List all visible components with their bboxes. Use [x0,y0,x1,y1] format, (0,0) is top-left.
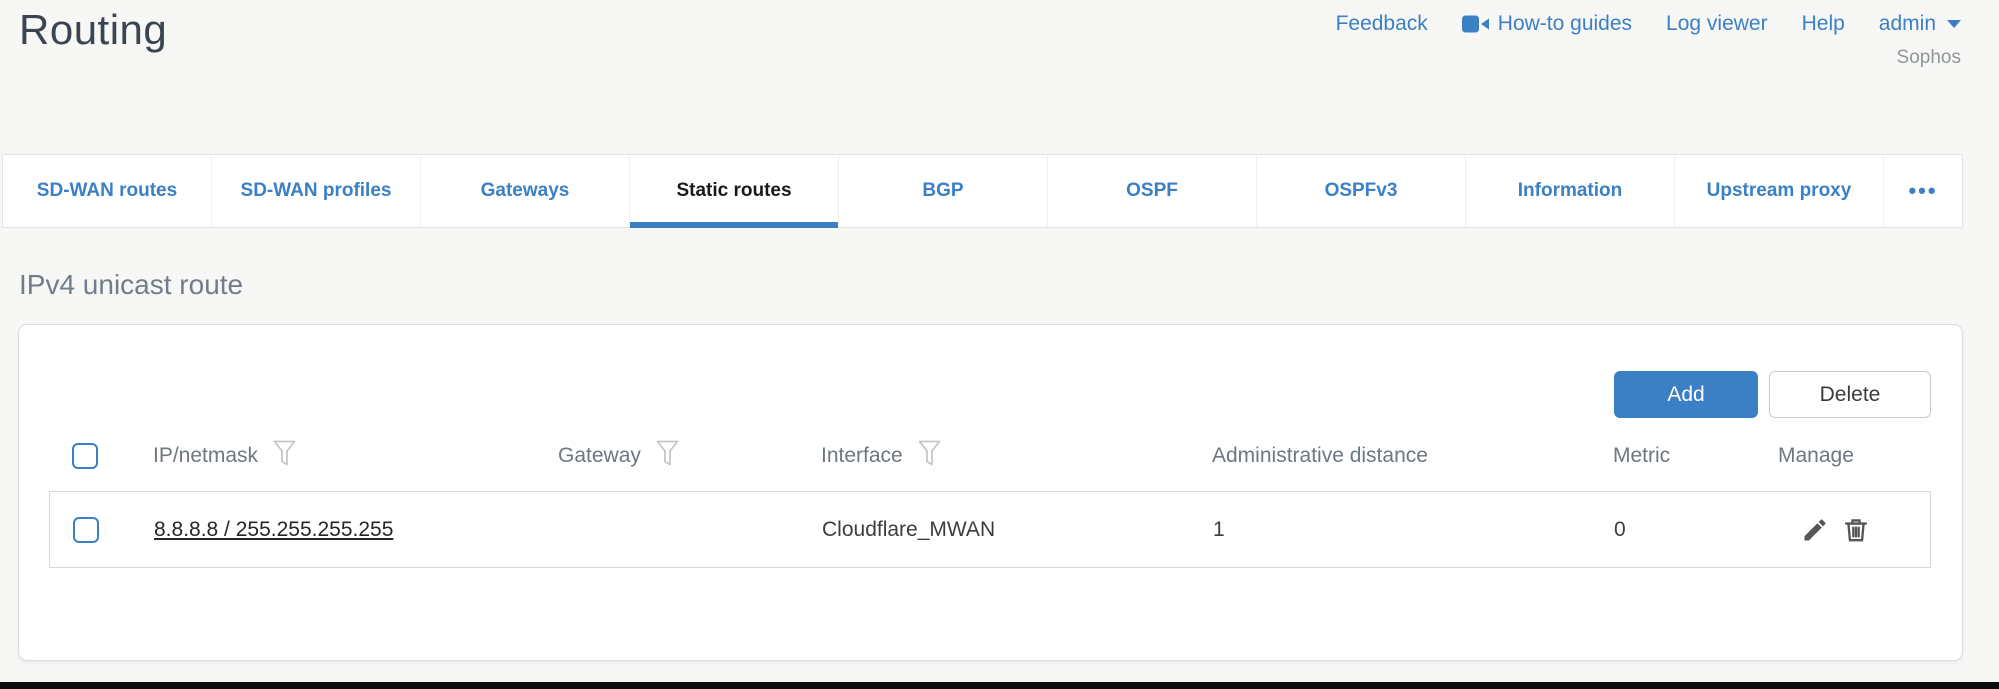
page-header: Routing Feedback How-to guides Log viewe… [0,0,1999,153]
column-header-ip-netmask: IP/netmask [153,440,558,473]
manage-label: Manage [1778,444,1854,468]
tab-gateways[interactable]: Gateways [421,155,630,227]
bottom-bar [0,682,1999,689]
delete-icon[interactable] [1842,516,1870,544]
video-camera-icon [1462,14,1489,34]
admin-distance-cell: 1 [1213,518,1614,542]
table-toolbar: Add Delete [49,371,1931,418]
howto-guides-link[interactable]: How-to guides [1462,12,1632,36]
admin-distance-label: Administrative distance [1212,444,1428,468]
help-link[interactable]: Help [1802,12,1845,36]
gateway-label: Gateway [558,444,641,468]
select-all-checkbox[interactable] [72,443,98,469]
tab-upstream-proxy[interactable]: Upstream proxy [1675,155,1884,227]
top-navigation: Feedback How-to guides Log viewer Help a… [1336,12,1961,36]
log-viewer-link[interactable]: Log viewer [1666,12,1768,36]
add-button[interactable]: Add [1614,371,1758,418]
page-title: Routing [19,6,167,54]
column-header-interface: Interface [821,440,1212,473]
column-header-metric: Metric [1613,444,1778,468]
tab-bgp[interactable]: BGP [839,155,1048,227]
delete-button[interactable]: Delete [1769,371,1931,418]
metric-label: Metric [1613,444,1670,468]
filter-icon[interactable] [656,440,679,473]
edit-icon[interactable] [1801,516,1829,544]
section-title: IPv4 unicast route [19,269,243,301]
ipv4-unicast-route-panel: Add Delete IP/netmask Gateway Interface … [18,324,1963,661]
howto-guides-label: How-to guides [1498,12,1632,36]
filter-icon[interactable] [918,440,941,473]
row-checkbox-cell [50,517,154,543]
ip-netmask-cell: 8.8.8.8 / 255.255.255.255 [154,518,559,542]
table-header-row: IP/netmask Gateway Interface Administrat… [49,430,1931,482]
row-checkbox[interactable] [73,517,99,543]
filter-icon[interactable] [273,440,296,473]
tab-sdwan-routes[interactable]: SD-WAN routes [3,155,212,227]
column-header-manage: Manage [1778,444,1931,468]
interface-cell: Cloudflare_MWAN [822,518,1213,542]
user-menu-label: admin [1879,12,1936,36]
metric-cell: 0 [1614,518,1779,542]
tab-information[interactable]: Information [1466,155,1675,227]
tab-ospf[interactable]: OSPF [1048,155,1257,227]
routing-tabbar: SD-WAN routes SD-WAN profiles Gateways S… [2,154,1963,228]
feedback-link[interactable]: Feedback [1336,12,1428,36]
route-link[interactable]: 8.8.8.8 / 255.255.255.255 [154,518,393,541]
column-header-admin-distance: Administrative distance [1212,444,1613,468]
user-menu[interactable]: admin [1879,12,1961,36]
brand-label: Sophos [1897,47,1961,69]
header-checkbox-cell [49,443,153,469]
interface-label: Interface [821,444,903,468]
more-tabs-button[interactable]: ••• [1884,155,1962,227]
tab-sdwan-profiles[interactable]: SD-WAN profiles [212,155,421,227]
manage-cell [1779,516,1930,544]
table-row: 8.8.8.8 / 255.255.255.255 Cloudflare_MWA… [49,491,1931,568]
tab-ospfv3[interactable]: OSPFv3 [1257,155,1466,227]
tab-static-routes[interactable]: Static routes [630,155,839,227]
caret-down-icon [1947,20,1961,28]
ip-netmask-label: IP/netmask [153,444,258,468]
column-header-gateway: Gateway [558,440,821,473]
